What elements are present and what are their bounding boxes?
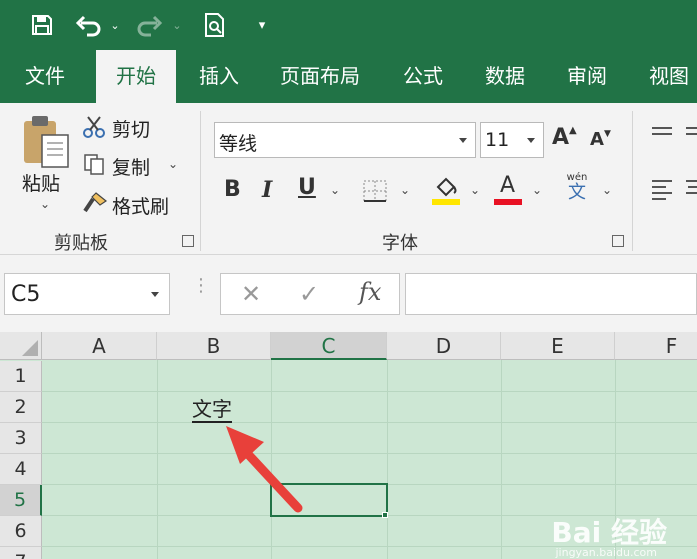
fill-color-icon[interactable] xyxy=(432,175,460,205)
column-header-a[interactable]: A xyxy=(42,332,157,360)
fill-color-dropdown-icon[interactable]: ⌄ xyxy=(470,183,480,197)
row-header-4[interactable]: 4 xyxy=(0,454,42,485)
tab-page-layout[interactable]: 页面布局 xyxy=(266,50,374,103)
paste-icon[interactable] xyxy=(20,113,72,169)
border-dropdown-icon[interactable]: ⌄ xyxy=(400,183,410,197)
ribbon: 粘贴 ⌄ 剪切 复制 ⌄ 格式刷 剪贴板 等线 11 A▲ A▼ B I U ⌄… xyxy=(0,103,697,255)
scissors-icon xyxy=(82,115,106,139)
paste-dropdown-icon[interactable]: ⌄ xyxy=(40,197,50,211)
insert-function-button[interactable]: fx xyxy=(359,278,381,306)
gridline xyxy=(42,391,697,392)
tab-formulas[interactable]: 公式 xyxy=(390,50,456,103)
font-size-combo[interactable]: 11 xyxy=(480,122,544,158)
tab-view[interactable]: 视图 xyxy=(636,50,697,103)
formula-input[interactable] xyxy=(405,273,697,315)
baidu-watermark: Bai 经验 xyxy=(551,516,667,549)
name-box[interactable]: C5 xyxy=(4,273,170,315)
group-divider xyxy=(632,111,633,251)
baidu-watermark-url: jingyan.baidu.com xyxy=(555,546,657,559)
row-header-5[interactable]: 5 xyxy=(0,485,42,516)
worksheet-grid[interactable]: A B C D E F 1 2 3 4 5 6 7 文字 Bai 经验 jing… xyxy=(0,332,697,559)
save-icon[interactable] xyxy=(28,10,56,40)
underline-dropdown-icon[interactable]: ⌄ xyxy=(330,183,340,197)
font-size-value: 11 xyxy=(485,129,510,151)
phonetic-dropdown-icon[interactable]: ⌄ xyxy=(602,183,612,197)
row-header-1[interactable]: 1 xyxy=(0,361,42,392)
tab-insert[interactable]: 插入 xyxy=(184,50,254,103)
font-color-dropdown-icon[interactable]: ⌄ xyxy=(532,183,542,197)
tab-file[interactable]: 文件 xyxy=(8,50,82,103)
undo-dropdown-icon[interactable]: ⌄ xyxy=(108,10,122,40)
row-header-3[interactable]: 3 xyxy=(0,423,42,454)
tab-home[interactable]: 开始 xyxy=(96,50,176,103)
copy-button[interactable]: 复制 xyxy=(112,153,150,180)
quick-access-toolbar: ⌄ ⌄ ▾ xyxy=(0,0,697,50)
cut-button[interactable]: 剪切 xyxy=(112,115,150,142)
format-painter-icon xyxy=(82,191,108,215)
print-preview-icon[interactable] xyxy=(200,10,230,40)
gridline xyxy=(42,453,697,454)
column-header-b[interactable]: B xyxy=(157,332,271,360)
copy-dropdown-icon[interactable]: ⌄ xyxy=(168,157,178,171)
gridline xyxy=(157,360,158,559)
paste-button[interactable]: 粘贴 xyxy=(22,169,60,196)
underline-button[interactable]: U xyxy=(298,175,316,200)
font-name-value: 等线 xyxy=(219,133,258,155)
tab-review[interactable]: 审阅 xyxy=(554,50,620,103)
clipboard-group-label: 剪贴板 xyxy=(54,233,108,254)
gridline xyxy=(387,360,388,559)
formula-buttons: ✕ ✓ fx xyxy=(220,273,400,315)
undo-icon[interactable] xyxy=(74,10,104,40)
column-header-d[interactable]: D xyxy=(387,332,501,360)
formula-bar: C5 ⋮ ✕ ✓ fx xyxy=(0,256,697,332)
align-top-icon[interactable] xyxy=(650,125,674,143)
clipboard-launcher-icon[interactable] xyxy=(182,235,194,247)
red-arrow-annotation xyxy=(226,426,303,513)
orientation-icon[interactable] xyxy=(684,125,697,143)
gridline xyxy=(42,422,697,423)
phonetic-bottom-text: 文 xyxy=(568,182,586,203)
group-divider xyxy=(200,111,201,251)
format-painter-button[interactable]: 格式刷 xyxy=(112,192,169,219)
font-group-label: 字体 xyxy=(382,233,418,254)
font-name-combo[interactable]: 等线 xyxy=(214,122,476,158)
row-header-2[interactable]: 2 xyxy=(0,392,42,423)
fill-handle[interactable] xyxy=(382,512,388,518)
border-icon[interactable] xyxy=(362,179,388,203)
phonetic-guide-icon[interactable]: wén 文 xyxy=(562,173,592,205)
redo-dropdown-icon[interactable]: ⌄ xyxy=(170,10,184,40)
align-left-icon[interactable] xyxy=(650,177,674,201)
decrease-font-size-icon[interactable]: A▼ xyxy=(590,129,611,150)
name-box-value: C5 xyxy=(11,282,41,307)
gridline xyxy=(501,360,502,559)
column-header-c[interactable]: C xyxy=(271,332,387,360)
font-launcher-icon[interactable] xyxy=(612,235,624,247)
align-center-icon[interactable] xyxy=(684,177,697,201)
customize-toolbar-icon[interactable]: ▾ xyxy=(254,10,270,40)
name-box-dropdown-icon[interactable] xyxy=(151,292,159,297)
enter-icon[interactable]: ✓ xyxy=(299,280,319,308)
cancel-icon[interactable]: ✕ xyxy=(241,280,261,308)
increase-font-size-icon[interactable]: A▲ xyxy=(552,125,577,150)
redo-icon[interactable] xyxy=(134,10,164,40)
bold-button[interactable]: B xyxy=(224,177,241,202)
font-color-icon[interactable]: A xyxy=(494,173,522,205)
font-name-dropdown-icon[interactable] xyxy=(459,138,467,143)
tab-data[interactable]: 数据 xyxy=(472,50,538,103)
copy-icon xyxy=(82,152,106,176)
select-all-corner[interactable] xyxy=(0,332,42,360)
formula-bar-splitter-icon[interactable]: ⋮ xyxy=(192,277,210,295)
italic-button[interactable]: I xyxy=(262,177,272,203)
ribbon-tabs: 文件 开始 插入 页面布局 公式 数据 审阅 视图 xyxy=(0,50,697,103)
row-header-7[interactable]: 7 xyxy=(0,547,42,559)
column-header-e[interactable]: E xyxy=(501,332,615,360)
column-header-f[interactable]: F xyxy=(615,332,697,360)
font-size-dropdown-icon[interactable] xyxy=(527,138,535,143)
row-header-6[interactable]: 6 xyxy=(0,516,42,547)
